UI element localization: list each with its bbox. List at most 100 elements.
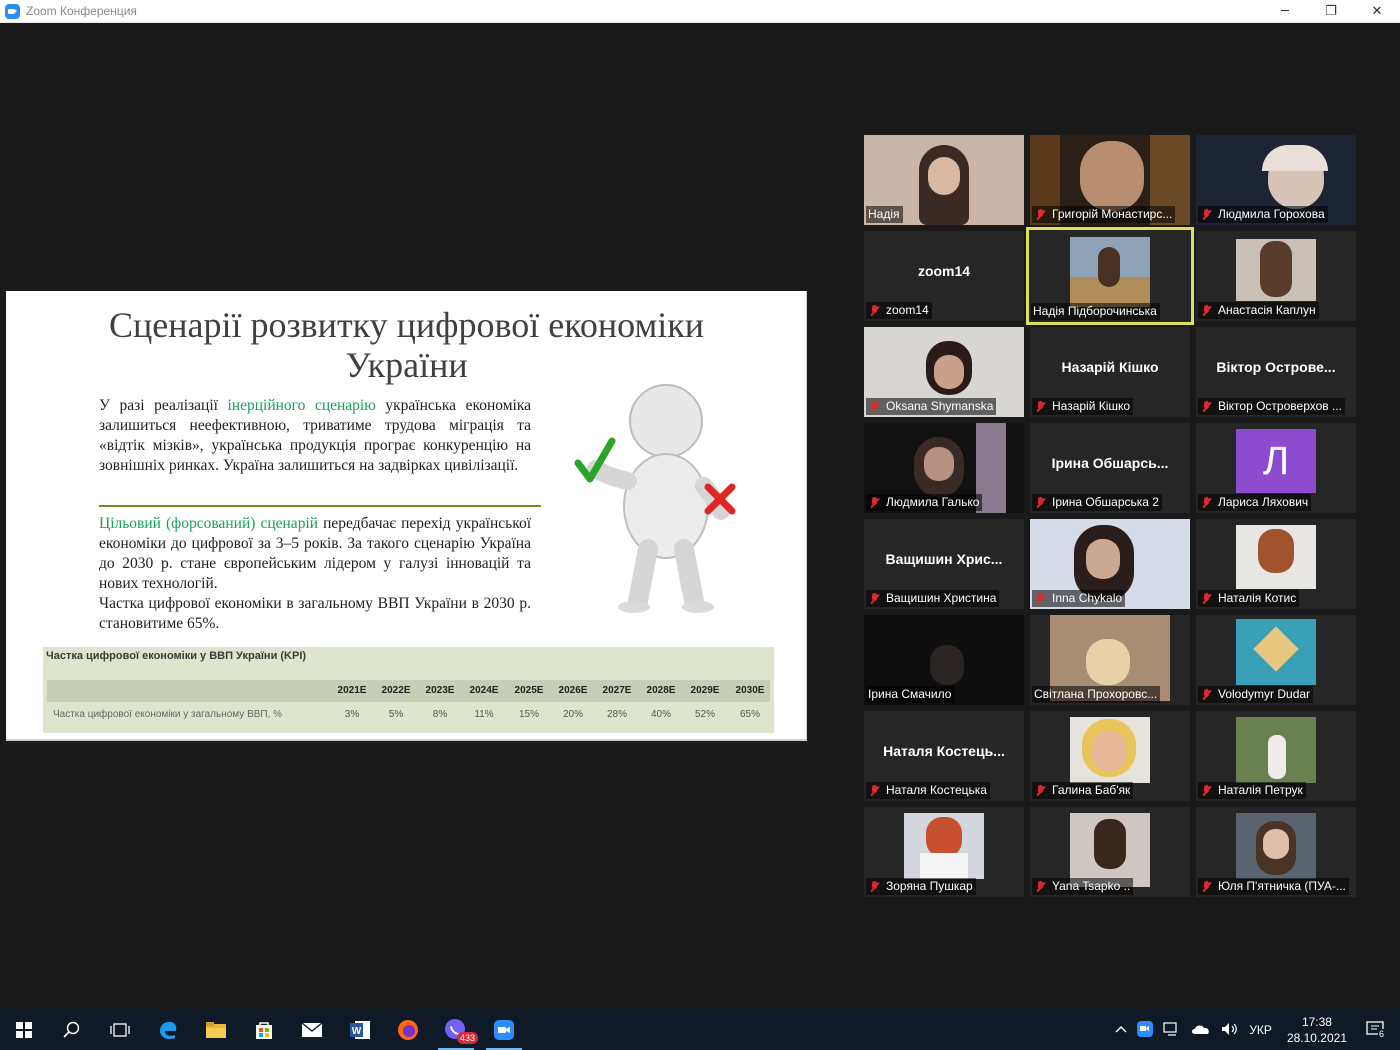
taskbar-zoom[interactable] xyxy=(480,1010,528,1050)
muted-mic-icon xyxy=(868,784,882,797)
kpi-value: 28% xyxy=(606,709,627,720)
notifications-count: 6 xyxy=(1378,1028,1386,1039)
muted-mic-icon xyxy=(868,592,882,605)
participant-name-label: Юля П'ятничка (ПУА-... xyxy=(1198,878,1349,895)
muted-mic-icon xyxy=(1034,784,1048,797)
participant-tile[interactable]: Наталія Котис xyxy=(1196,519,1356,609)
muted-mic-icon xyxy=(868,400,882,413)
participant-name-label: Надія xyxy=(866,206,903,223)
close-button[interactable]: ✕ xyxy=(1354,0,1400,23)
muted-mic-icon xyxy=(868,880,882,893)
kpi-year: 2027E xyxy=(602,685,632,696)
edge-icon xyxy=(160,1021,177,1040)
taskbar-store[interactable] xyxy=(240,1010,288,1050)
muted-mic-icon xyxy=(1200,496,1214,509)
onedrive-icon[interactable] xyxy=(1191,1023,1211,1038)
mail-icon xyxy=(301,1022,323,1037)
firefox-icon xyxy=(398,1020,418,1040)
taskbar-file-explorer[interactable] xyxy=(192,1010,240,1050)
participant-name-label: Ірина Обшарська 2 xyxy=(1032,494,1162,511)
participant-display-name: Наталя Костець... xyxy=(883,743,1005,759)
kpi-value: 8% xyxy=(432,709,448,720)
participant-tile[interactable]: Ірина Смачило xyxy=(864,615,1024,705)
participant-tile[interactable]: Inna Chykalo xyxy=(1030,519,1190,609)
network-icon[interactable] xyxy=(1163,1021,1181,1039)
participant-tile[interactable]: Наталія Петрук xyxy=(1196,711,1356,801)
tray-overflow-icon[interactable] xyxy=(1115,1023,1127,1037)
notification-center-button[interactable]: 6 xyxy=(1366,1020,1386,1040)
participant-tile[interactable]: Світлана Прохоровс... xyxy=(1030,615,1190,705)
participant-tile[interactable]: Людмила Галько xyxy=(864,423,1024,513)
participant-tile[interactable]: Юля П'ятничка (ПУА-... xyxy=(1196,807,1356,897)
participant-tile[interactable]: Oksana Shymanska xyxy=(864,327,1024,417)
clock-time: 17:38 xyxy=(1301,1015,1332,1029)
muted-mic-icon xyxy=(1200,592,1214,605)
participant-tile[interactable]: Ващишин Хрис... Ващишин Христина xyxy=(864,519,1024,609)
kpi-year: 2028E xyxy=(646,685,676,696)
taskbar-edge[interactable] xyxy=(144,1010,192,1050)
participant-tile[interactable]: Віктор Острове... Віктор Островерхов ... xyxy=(1196,327,1356,417)
kpi-year: 2021E xyxy=(337,685,367,696)
kpi-value: 3% xyxy=(344,709,360,720)
restore-button[interactable]: ❐ xyxy=(1308,0,1354,23)
participant-tile[interactable]: Ірина Обшарсь... Ірина Обшарська 2 xyxy=(1030,423,1190,513)
participant-tile[interactable]: Людмила Горохова xyxy=(1196,135,1356,225)
taskbar-firefox[interactable] xyxy=(384,1010,432,1050)
store-icon xyxy=(256,1022,272,1039)
task-view-button[interactable] xyxy=(96,1010,144,1050)
participant-tile[interactable]: Назарій Кішко Назарій Кішко xyxy=(1030,327,1190,417)
participant-tile[interactable]: Анастасія Каплун xyxy=(1196,231,1356,321)
muted-mic-icon xyxy=(1200,880,1214,893)
slide-divider xyxy=(99,505,541,507)
participant-name-label: Лариса Ляхович xyxy=(1198,494,1312,511)
participant-tile[interactable]: Наталя Костець... Наталя Костецька xyxy=(864,711,1024,801)
muted-mic-icon xyxy=(1034,496,1048,509)
input-language-indicator[interactable]: УКР xyxy=(1249,1023,1272,1037)
taskbar-clock[interactable]: 17:38 28.10.2021 xyxy=(1287,1014,1347,1046)
participant-tile[interactable]: Л Лариса Ляхович xyxy=(1196,423,1356,513)
kpi-year: 2023E xyxy=(425,685,455,696)
word-icon: W xyxy=(350,1021,370,1039)
muted-mic-icon xyxy=(868,496,882,509)
clock-date: 28.10.2021 xyxy=(1286,1031,1347,1045)
kpi-year: 2030E xyxy=(735,685,765,696)
participant-name-label: zoom14 xyxy=(866,302,932,319)
kpi-year: 2026E xyxy=(558,685,588,696)
participant-tile[interactable]: Yana Tsapko .. xyxy=(1030,807,1190,897)
muted-mic-icon xyxy=(1200,304,1214,317)
minimize-button[interactable]: ─ xyxy=(1262,0,1308,23)
participant-name-label: Inna Chykalo xyxy=(1032,590,1126,607)
participant-tile[interactable]: Зоряна Пушкар xyxy=(864,807,1024,897)
kpi-value: 20% xyxy=(562,709,583,720)
taskbar-word[interactable]: W xyxy=(336,1010,384,1050)
windows-logo-icon xyxy=(16,1022,32,1038)
muted-mic-icon xyxy=(1034,592,1048,605)
participant-name-label: Yana Tsapko .. xyxy=(1032,878,1134,895)
volume-icon[interactable] xyxy=(1221,1022,1239,1039)
participant-tile[interactable]: Volodymyr Dudar xyxy=(1196,615,1356,705)
slide-paragraph-target: Цільовий (форсований) сценарій передбача… xyxy=(99,514,531,594)
participant-tile[interactable]: Галина Баб'як xyxy=(1030,711,1190,801)
window-title: Zoom Конференция xyxy=(26,4,137,18)
taskbar-viber[interactable]: 433 xyxy=(432,1010,480,1050)
participant-tile-active-speaker[interactable]: Надія Підборочинська xyxy=(1026,227,1194,325)
participant-tile[interactable]: Григорій Монастирс... xyxy=(1030,135,1190,225)
tray-zoom-icon[interactable] xyxy=(1137,1020,1154,1040)
kpi-header-row: 2021E 2022E 2023E 2024E 2025E 2026E 2027… xyxy=(47,680,770,702)
muted-mic-icon xyxy=(1200,688,1214,701)
participant-tile[interactable]: Надія xyxy=(864,135,1024,225)
taskbar-mail[interactable] xyxy=(288,1010,336,1050)
kpi-value: 65% xyxy=(739,709,760,720)
search-button[interactable] xyxy=(48,1010,96,1050)
muted-mic-icon xyxy=(868,304,882,317)
participant-name-label: Людмила Горохова xyxy=(1198,206,1328,223)
participant-name-label: Зоряна Пушкар xyxy=(866,878,976,895)
zoom-icon xyxy=(494,1020,514,1040)
participant-display-name: Віктор Острове... xyxy=(1216,359,1336,375)
participant-name-label: Oksana Shymanska xyxy=(866,398,997,415)
kpi-value: 52% xyxy=(694,709,715,720)
participant-tile[interactable]: zoom14 zoom14 xyxy=(864,231,1024,321)
muted-mic-icon xyxy=(1034,208,1048,221)
start-button[interactable] xyxy=(0,1010,48,1050)
kpi-year: 2024E xyxy=(469,685,499,696)
